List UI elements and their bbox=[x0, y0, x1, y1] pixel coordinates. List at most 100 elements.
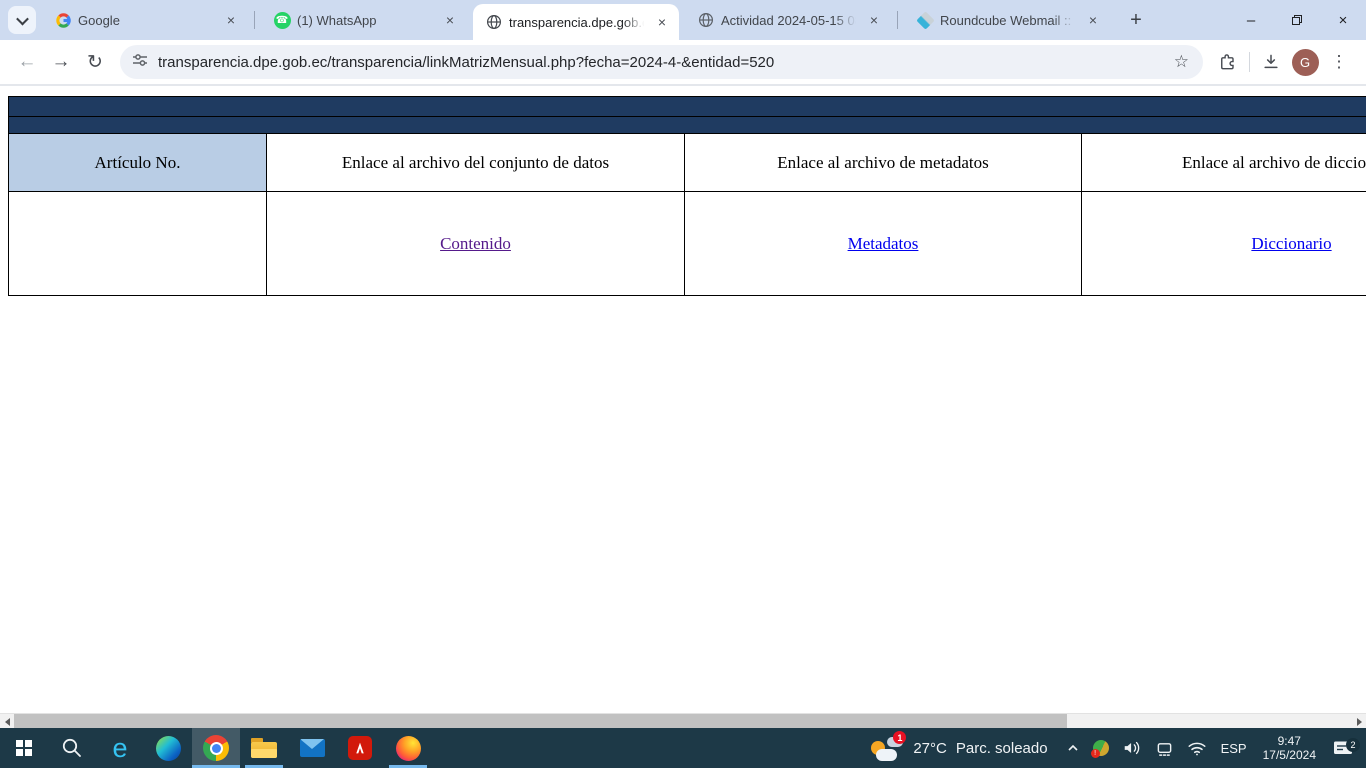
tab-title: transparencia.dpe.gob.ec/tra bbox=[509, 15, 647, 30]
taskbar-right: 1 27°C Parc. soleado ! bbox=[860, 728, 1366, 768]
volume-icon[interactable] bbox=[1122, 739, 1142, 757]
language-indicator[interactable]: ESP bbox=[1215, 741, 1253, 756]
wifi-icon[interactable] bbox=[1187, 740, 1207, 757]
desktop-screen: Google × ☎ (1) WhatsApp × transparencia.… bbox=[0, 0, 1366, 768]
tab-actividad[interactable]: Actividad 2024-05-15 08:00 × bbox=[685, 0, 891, 40]
edge-icon bbox=[156, 736, 181, 761]
header-metadatos: Enlace al archivo de metadatos bbox=[685, 134, 1082, 192]
diccionario-link[interactable]: Diccionario bbox=[1251, 234, 1331, 253]
close-icon[interactable]: × bbox=[222, 11, 240, 29]
right-triangle-icon bbox=[1357, 718, 1362, 726]
close-icon[interactable]: × bbox=[653, 13, 671, 31]
taskbar-explorer-button[interactable] bbox=[240, 728, 288, 768]
taskbar-search-button[interactable] bbox=[48, 728, 96, 768]
google-favicon bbox=[54, 11, 72, 29]
weather-condition: Parc. soleado bbox=[956, 740, 1048, 757]
notification-badge: 2 bbox=[1346, 738, 1360, 752]
empty-cell bbox=[9, 192, 267, 296]
display-connect-icon[interactable] bbox=[1155, 740, 1174, 757]
firefox-icon bbox=[396, 736, 421, 761]
tab-title: (1) WhatsApp bbox=[297, 13, 435, 28]
browser-menu-icon[interactable]: ⋮ bbox=[1322, 45, 1356, 79]
toolbar-divider bbox=[1249, 52, 1250, 72]
extensions-icon[interactable] bbox=[1211, 45, 1245, 79]
tab-title: Roundcube Webmail :: Entra bbox=[940, 13, 1078, 28]
globe-icon bbox=[485, 13, 503, 31]
time-text: 9:47 bbox=[1263, 734, 1316, 748]
notification-center-button[interactable]: 2 bbox=[1326, 739, 1366, 758]
taskbar-firefox-button[interactable] bbox=[384, 728, 432, 768]
table-header-row: Artículo No. Enlace al archivo del conju… bbox=[9, 134, 1366, 192]
header-articulo: Artículo No. bbox=[9, 134, 267, 192]
internet-explorer-icon: e bbox=[112, 735, 127, 762]
chevron-down-icon bbox=[16, 12, 29, 25]
window-controls: – × bbox=[1228, 0, 1366, 40]
restore-button[interactable] bbox=[1274, 0, 1320, 40]
tab-separator bbox=[897, 11, 898, 29]
acrobat-icon bbox=[348, 736, 372, 760]
taskbar-ie-button[interactable]: e bbox=[96, 728, 144, 768]
tab-whatsapp[interactable]: ☎ (1) WhatsApp × bbox=[261, 0, 467, 40]
system-tray: ! bbox=[1058, 739, 1215, 757]
scroll-right-arrow[interactable] bbox=[1352, 714, 1366, 729]
browser-toolbar: ← → ↻ transparencia.dpe.gob.ec/transpare… bbox=[0, 40, 1366, 86]
tray-expand-icon[interactable] bbox=[1066, 741, 1080, 755]
url-text: transparencia.dpe.gob.ec/transparencia/l… bbox=[158, 54, 1172, 71]
weather-badge: 1 bbox=[893, 731, 906, 744]
back-button[interactable]: ← bbox=[10, 45, 44, 79]
close-window-button[interactable]: × bbox=[1320, 0, 1366, 40]
weather-widget[interactable]: 1 27°C Parc. soleado bbox=[860, 734, 1057, 762]
file-explorer-icon bbox=[251, 738, 277, 758]
header-diccionario: Enlace al archivo de diccionario bbox=[1082, 134, 1366, 192]
globe-icon bbox=[697, 11, 715, 29]
profile-avatar[interactable]: G bbox=[1288, 45, 1322, 79]
scrollbar-thumb[interactable] bbox=[14, 714, 1067, 729]
new-tab-button[interactable]: + bbox=[1122, 6, 1150, 34]
web-page: Artículo No. Enlace al archivo del conju… bbox=[0, 88, 1366, 713]
tab-transparencia-active[interactable]: transparencia.dpe.gob.ec/tra × bbox=[473, 4, 679, 40]
chrome-icon bbox=[203, 735, 229, 761]
weather-icon: 1 bbox=[870, 734, 904, 762]
tab-title: Actividad 2024-05-15 08:00 bbox=[721, 13, 859, 28]
scroll-left-arrow[interactable] bbox=[0, 714, 14, 729]
tab-search-button[interactable] bbox=[8, 6, 36, 34]
table-banner-row bbox=[9, 117, 1366, 134]
taskbar-acrobat-button[interactable] bbox=[336, 728, 384, 768]
minimize-button[interactable]: – bbox=[1228, 0, 1274, 40]
left-triangle-icon bbox=[5, 718, 10, 726]
date-text: 17/5/2024 bbox=[1263, 748, 1316, 762]
windows-taskbar: e 1 bbox=[0, 728, 1366, 768]
downloads-icon[interactable] bbox=[1254, 45, 1288, 79]
table-banner-row bbox=[9, 97, 1366, 117]
header-conjunto-datos: Enlace al archivo del conjunto de datos bbox=[267, 134, 685, 192]
table-row: Contenido Metadatos Diccionario bbox=[9, 192, 1366, 296]
forward-button[interactable]: → bbox=[44, 45, 78, 79]
tab-title: Google bbox=[78, 13, 216, 28]
roundcube-favicon bbox=[916, 11, 934, 29]
address-bar[interactable]: transparencia.dpe.gob.ec/transparencia/l… bbox=[120, 45, 1203, 79]
windows-logo-icon bbox=[16, 740, 33, 757]
site-settings-icon[interactable] bbox=[132, 52, 148, 73]
contenido-link[interactable]: Contenido bbox=[440, 234, 511, 253]
tab-roundcube[interactable]: Roundcube Webmail :: Entra × bbox=[904, 0, 1110, 40]
browser-tabstrip: Google × ☎ (1) WhatsApp × transparencia.… bbox=[0, 0, 1366, 40]
search-icon bbox=[60, 736, 84, 760]
tab-separator bbox=[254, 11, 255, 29]
tab-google[interactable]: Google × bbox=[42, 0, 248, 40]
transparency-table: Artículo No. Enlace al archivo del conju… bbox=[8, 96, 1366, 296]
horizontal-scrollbar[interactable] bbox=[0, 713, 1366, 728]
start-button[interactable] bbox=[0, 728, 48, 768]
taskbar-mail-button[interactable] bbox=[288, 728, 336, 768]
taskbar-clock[interactable]: 9:47 17/5/2024 bbox=[1253, 734, 1326, 762]
close-icon[interactable]: × bbox=[441, 11, 459, 29]
close-icon[interactable]: × bbox=[1084, 11, 1102, 29]
mail-icon bbox=[300, 739, 325, 757]
restore-icon bbox=[1292, 15, 1302, 25]
taskbar-edge-button[interactable] bbox=[144, 728, 192, 768]
metadatos-link[interactable]: Metadatos bbox=[848, 234, 919, 253]
reload-button[interactable]: ↻ bbox=[78, 45, 112, 79]
taskbar-chrome-button[interactable] bbox=[192, 728, 240, 768]
close-icon[interactable]: × bbox=[865, 11, 883, 29]
bookmark-star-icon[interactable]: ☆ bbox=[1172, 52, 1191, 72]
antivirus-icon[interactable]: ! bbox=[1093, 740, 1109, 756]
